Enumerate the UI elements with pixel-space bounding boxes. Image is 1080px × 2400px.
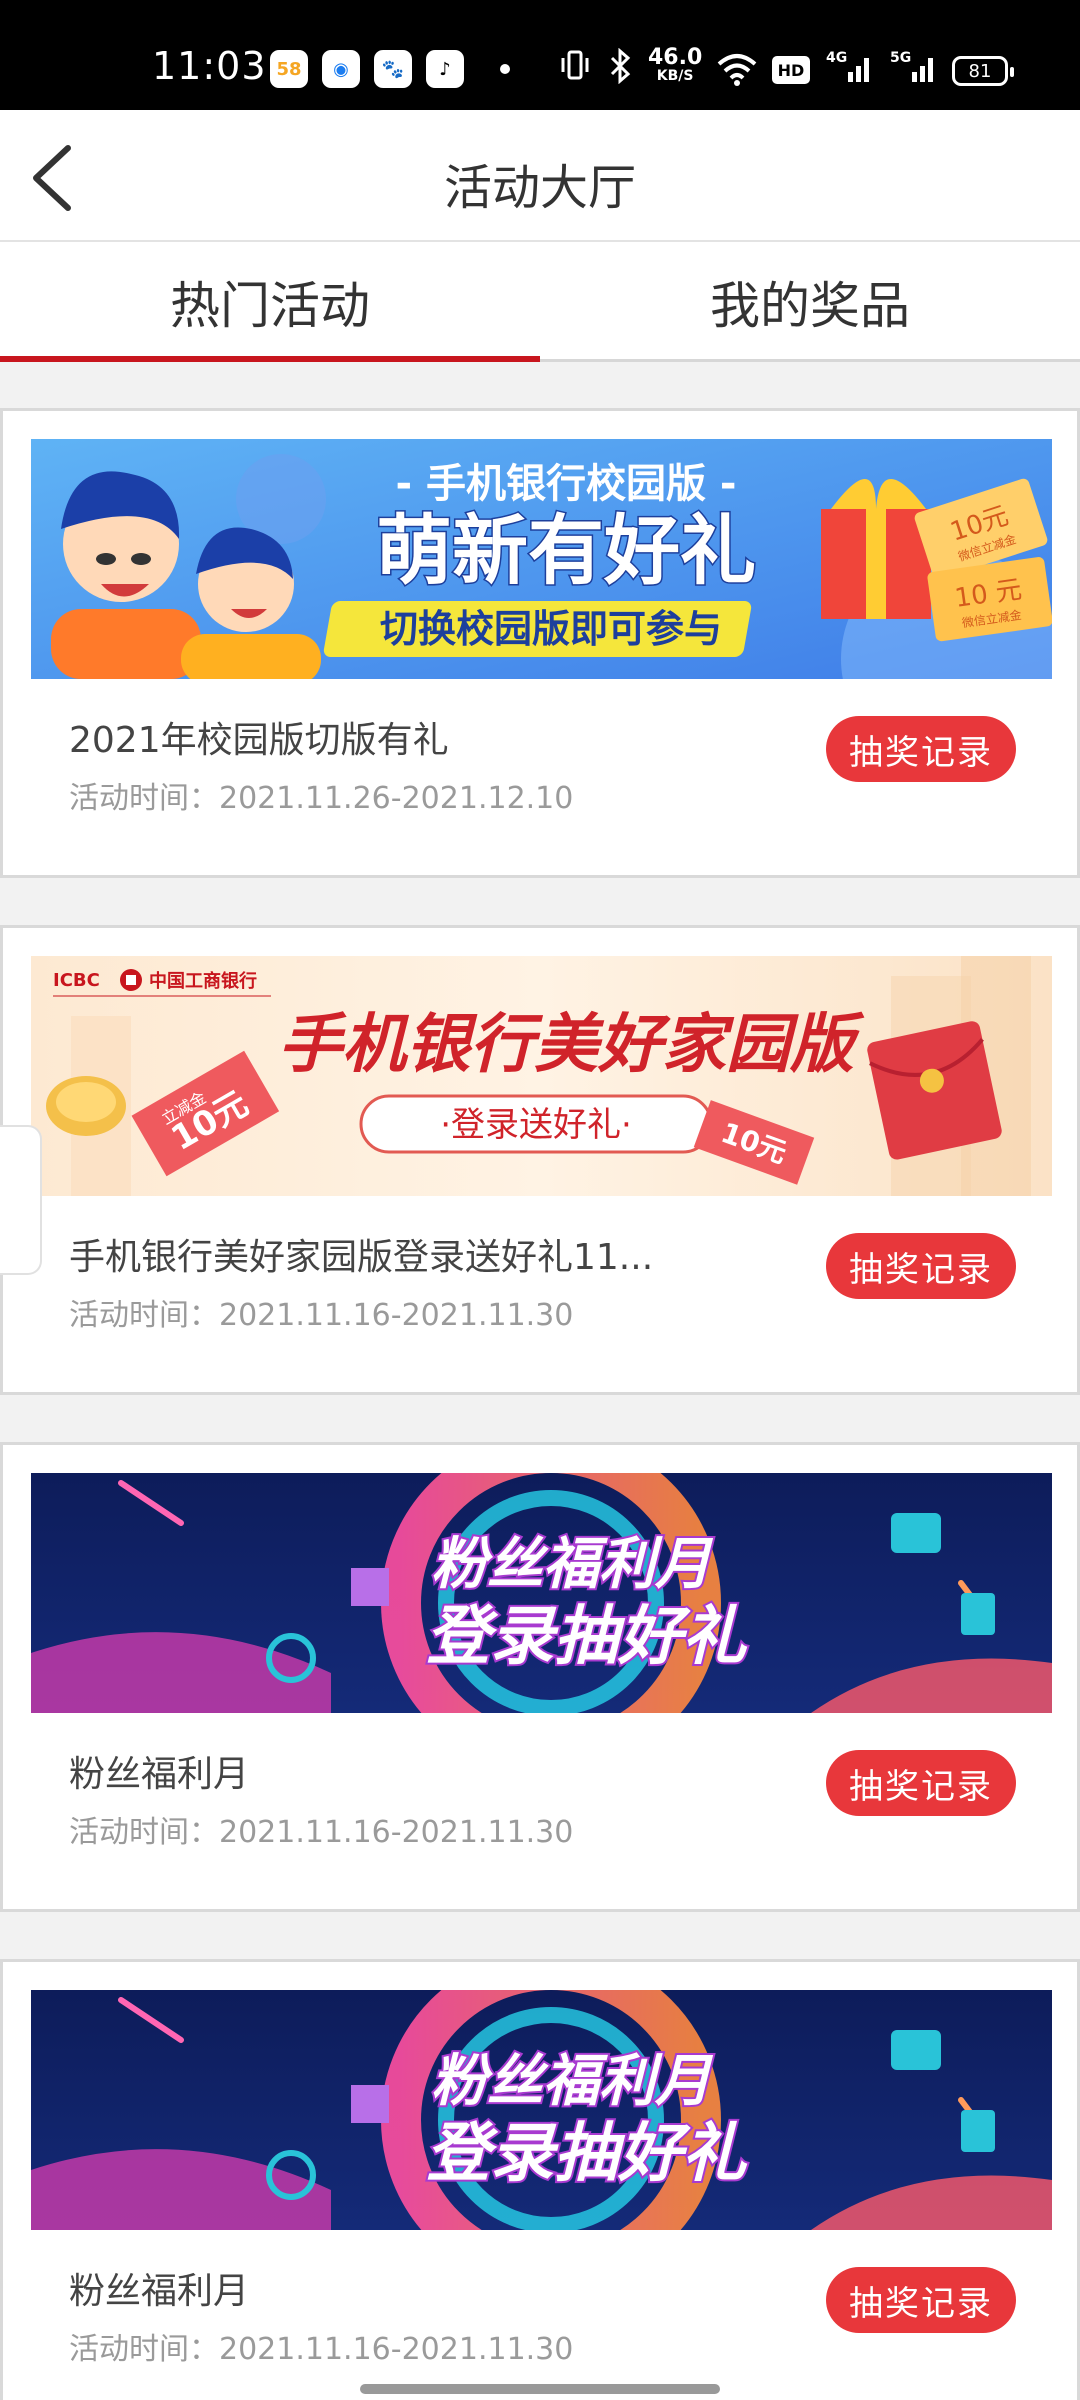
activity-time: 活动时间：2021.11.16-2021.11.30 [69, 1815, 574, 1850]
banner-fans-line1: 粉丝福利月 [431, 1532, 714, 1597]
activity-banner-fans[interactable]: 粉丝福利月 登录抽好礼 [31, 1473, 1052, 1713]
svg-text:5G: 5G [890, 50, 911, 66]
banner-bank-name: 中国工商银行 [149, 970, 257, 992]
side-edge-handle[interactable] [0, 1125, 42, 1275]
app-tiktok-icon: ♪ [426, 50, 464, 88]
vibrate-icon [560, 48, 590, 89]
banner-fans-line2: 登录抽好礼 [426, 1600, 748, 1674]
notification-dot-icon [500, 64, 510, 74]
activity-title: 粉丝福利月 [69, 2271, 250, 2312]
tab-my-prizes[interactable]: 我的奖品 [540, 242, 1080, 362]
activity-title: 手机银行美好家园版登录送好礼11... [69, 1237, 654, 1278]
banner-campus-line2: 萌新有好礼 [376, 506, 756, 595]
banner-icbc-brand: ICBC [53, 970, 100, 991]
banner-home-sub: ·登录送好礼· [440, 1105, 632, 1145]
activity-time: 活动时间：2021.11.16-2021.11.30 [69, 2332, 574, 2367]
activity-card[interactable]: ICBC 中国工商银行 手机银行美好家园版 ·登录送好礼· 立减金 10元 10… [0, 925, 1080, 1395]
draw-record-button[interactable]: 抽奖记录 [826, 1233, 1016, 1299]
page-title: 活动大厅 [443, 160, 636, 216]
status-bar: 11:03 58 ◉ 🐾 ♪ 46.0 KB/S HD 4G 5G 81 [0, 0, 1080, 110]
activity-card[interactable]: 粉丝福利月 登录抽好礼 粉丝福利月 活动时间：2021.11.16-2021.1… [0, 1442, 1080, 1912]
app-58-icon: 58 [270, 50, 308, 88]
wifi-icon [716, 52, 758, 93]
banner-campus-line3: 切换校园版即可参与 [380, 607, 722, 651]
activity-title: 2021年校园版切版有礼 [69, 720, 449, 761]
svg-text:4G: 4G [826, 50, 847, 66]
activity-banner-home[interactable]: ICBC 中国工商银行 手机银行美好家园版 ·登录送好礼· 立减金 10元 10… [31, 956, 1052, 1196]
app-baidu-icon: 🐾 [374, 50, 412, 88]
draw-record-button[interactable]: 抽奖记录 [826, 716, 1016, 782]
banner-home-headline: 手机银行美好家园版 [278, 1008, 865, 1082]
activity-banner-campus[interactable]: - 手机银行校园版 - 萌新有好礼 切换校园版即可参与 10元 微信立减金 10… [31, 439, 1052, 679]
draw-record-button[interactable]: 抽奖记录 [826, 1750, 1016, 1816]
activity-banner-fans[interactable]: 粉丝福利月 登录抽好礼 [31, 1990, 1052, 2230]
banner-fans-line2: 登录抽好礼 [426, 2117, 748, 2191]
activity-card[interactable]: - 手机银行校园版 - 萌新有好礼 切换校园版即可参与 10元 微信立减金 10… [0, 408, 1080, 878]
banner-campus-line1: - 手机银行校园版 - [395, 461, 736, 507]
active-tab-indicator [0, 356, 540, 362]
signal-4g-icon: 4G [826, 48, 874, 91]
bluetooth-icon [608, 47, 634, 91]
net-speed: 46.0 KB/S [648, 45, 703, 85]
activity-title: 粉丝福利月 [69, 1754, 250, 1795]
activity-card[interactable]: 粉丝福利月 登录抽好礼 粉丝福利月 活动时间：2021.11.16-2021.1… [0, 1959, 1080, 2400]
app-header: 活动大厅 [0, 110, 1080, 242]
draw-record-button[interactable]: 抽奖记录 [826, 2267, 1016, 2333]
signal-5g-icon: 5G [890, 48, 938, 91]
banner-fans-line1: 粉丝福利月 [431, 2049, 714, 2114]
activity-time: 活动时间：2021.11.26-2021.12.10 [69, 781, 574, 816]
tab-hot-activities[interactable]: 热门活动 [0, 242, 540, 362]
activity-time: 活动时间：2021.11.16-2021.11.30 [69, 1298, 574, 1333]
app-browser-icon: ◉ [322, 50, 360, 88]
tab-bar: 热门活动 我的奖品 [0, 242, 1080, 362]
status-time: 11:03 [152, 44, 267, 88]
hd-voice-icon: HD [772, 56, 810, 84]
battery-icon: 81 [952, 56, 1014, 86]
home-indicator[interactable] [360, 2384, 720, 2394]
